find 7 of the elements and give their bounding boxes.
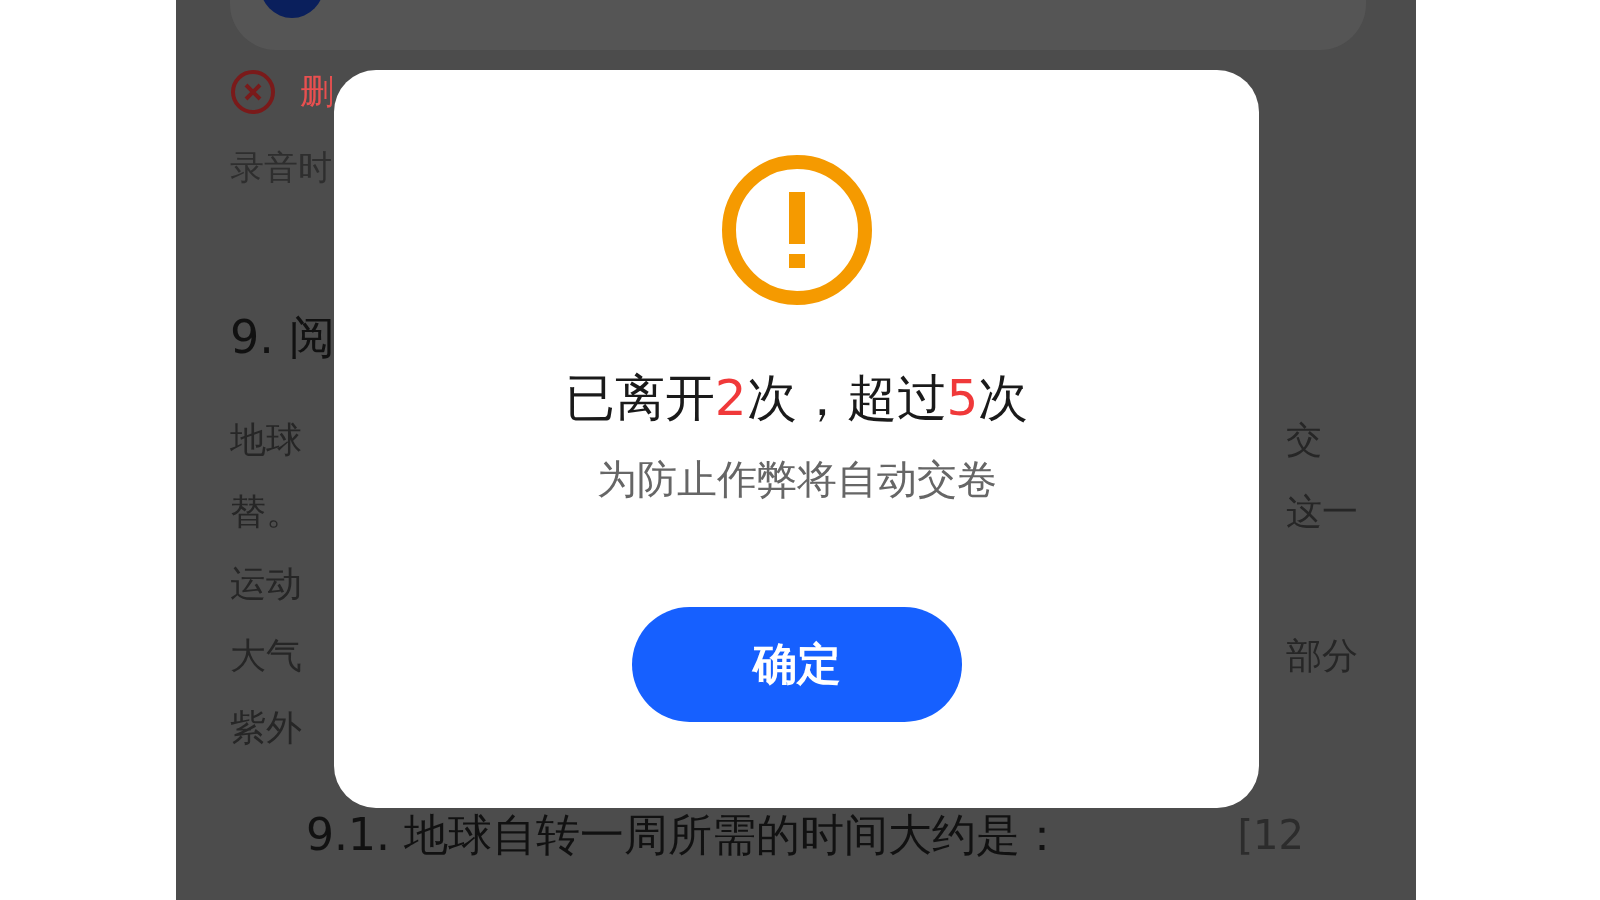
section-heading: 9. 阅 [230, 309, 336, 366]
warning-icon [720, 154, 873, 306]
dialog-title: 已离开2次，超过5次 [564, 368, 1029, 428]
question-text: 9.1. 地球自转一周所需的时间大约是： [306, 807, 1064, 862]
confirm-button[interactable]: 确定 [631, 607, 962, 722]
dialog-message: 为防止作弊将自动交卷 [596, 455, 997, 504]
delete-icon[interactable] [230, 69, 276, 115]
